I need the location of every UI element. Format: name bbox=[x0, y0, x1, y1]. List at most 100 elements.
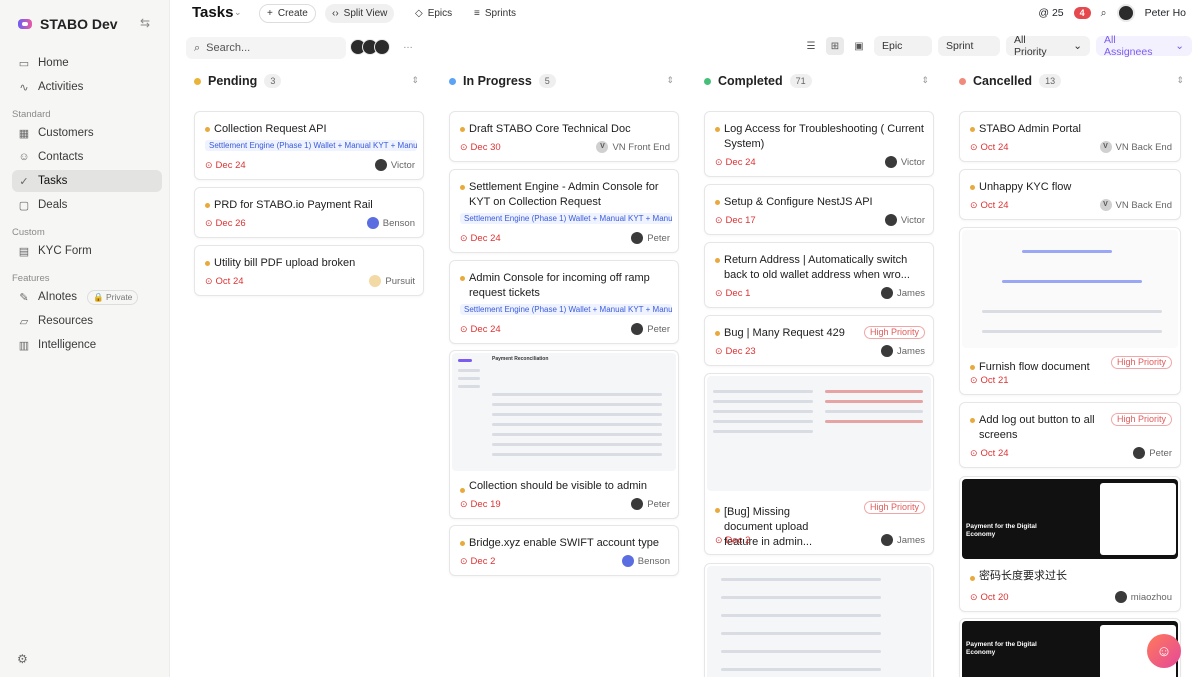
priority-filter[interactable]: All Priority ⌄ bbox=[1006, 34, 1090, 58]
task-card[interactable]: Bridge.xyz enable SWIFT account type ⊙ De… bbox=[449, 525, 679, 576]
search-input[interactable]: ⌕ Search... bbox=[186, 37, 346, 59]
column-header: Cancelled 13 bbox=[955, 70, 1190, 92]
task-card[interactable]: Utility bill PDF upload broken ⊙ Oct 24 Pu… bbox=[194, 245, 424, 296]
board-view-icon[interactable]: ⊞ bbox=[826, 37, 844, 55]
task-card[interactable]: Furnish flow document High Priority ⊙ Oct… bbox=[959, 227, 1181, 395]
clock-icon: ⊙ bbox=[715, 214, 723, 225]
epic-tag: Settlement Engine (Phase 1) Wallet + Man… bbox=[205, 140, 417, 151]
due-date: ⊙ Oct 24 bbox=[205, 276, 244, 287]
task-card[interactable]: Settlement Engine - Admin Console for KY… bbox=[449, 169, 679, 253]
sprint-filter[interactable]: Sprint bbox=[938, 36, 1000, 56]
column-title: Pending bbox=[208, 74, 258, 88]
search-icon: ⌕ bbox=[194, 41, 201, 54]
task-card[interactable]: PRD for STABO.io Payment Rail ⊙ Dec 26 Ben… bbox=[194, 187, 424, 238]
sprints-button[interactable]: ≡ Sprints bbox=[467, 4, 523, 23]
sidebar-item-tasks[interactable]: ✓ Tasks bbox=[12, 170, 162, 192]
task-card[interactable]: Payment for the Digital Economy 密码长度要求过长… bbox=[959, 476, 1181, 612]
sort-icon[interactable]: ⇕ bbox=[666, 75, 674, 86]
column-title: In Progress bbox=[463, 74, 532, 88]
task-meta: ⊙ Dec 17 Victor bbox=[715, 213, 925, 227]
sidebar-item-contacts[interactable]: ☺ Contacts bbox=[12, 146, 162, 168]
task-title: 密码长度要求过长 bbox=[960, 561, 1180, 584]
gallery-view-icon[interactable]: ▣ bbox=[850, 37, 868, 55]
preview-heading: Payment for the Digital Economy bbox=[966, 641, 1037, 656]
epic-filter[interactable]: Epic bbox=[874, 36, 932, 56]
task-card[interactable]: Admin Console for incoming off ramp requ… bbox=[449, 260, 679, 344]
split-view-button[interactable]: ‹› Split View bbox=[325, 4, 395, 23]
sort-icon[interactable]: ⇕ bbox=[1176, 75, 1184, 86]
task-card[interactable]: Payment Reconciliation Collection should… bbox=[449, 350, 679, 519]
mentions-count[interactable]: @ 25 bbox=[1038, 7, 1063, 19]
task-card[interactable]: Log Access for Troubleshooting ( Current… bbox=[704, 111, 934, 177]
epics-button[interactable]: ◇ Epics bbox=[408, 4, 459, 23]
task-card[interactable]: Return Address | Automatically switch ba… bbox=[704, 242, 934, 308]
workspace-switcher[interactable]: STABO Dev bbox=[18, 14, 118, 34]
assignee: Benson bbox=[621, 555, 670, 567]
epics-label: Epics bbox=[427, 8, 453, 19]
avatar bbox=[884, 156, 897, 168]
tag-icon: ◇ bbox=[415, 8, 423, 19]
status-dot bbox=[194, 77, 201, 85]
assignee-avatars[interactable] bbox=[350, 39, 390, 55]
task-card[interactable]: Unhappy KYC flow ⊙ Oct 24 V VN Back End bbox=[959, 169, 1181, 220]
task-card[interactable]: Collection Request API Settlement Engine… bbox=[194, 111, 424, 180]
sidebar-item-activities[interactable]: ∿ Activities bbox=[12, 76, 162, 98]
list-view-icon[interactable]: ☰ bbox=[802, 37, 820, 55]
clock-icon: ⊙ bbox=[970, 199, 978, 210]
sort-icon[interactable]: ⇕ bbox=[921, 75, 929, 86]
avatar bbox=[631, 323, 644, 335]
avatar bbox=[631, 498, 644, 510]
column-count: 3 bbox=[264, 74, 282, 88]
task-card[interactable]: Setup & Configure NestJS API ⊙ Dec 17 Vict… bbox=[704, 184, 934, 235]
task-meta: ⊙ Dec 26 Benson bbox=[205, 216, 415, 230]
sidebar-item-intelligence[interactable]: ▥ Intelligence bbox=[12, 334, 162, 356]
sidebar-item-resources[interactable]: ▱ Resources bbox=[12, 310, 162, 332]
task-card[interactable]: [Bug] Missing document upload feature in… bbox=[704, 373, 934, 555]
due-date-value: Dec 2 bbox=[725, 534, 751, 546]
search-placeholder: Search... bbox=[206, 42, 251, 54]
clock-icon: ⊙ bbox=[460, 498, 468, 509]
attachment-preview bbox=[962, 230, 1178, 348]
avatar[interactable] bbox=[374, 39, 390, 55]
task-title: PRD for STABO.io Payment Rail bbox=[195, 188, 423, 213]
assignee-filter[interactable]: All Assignees ⌄ bbox=[1096, 34, 1192, 58]
sort-icon[interactable]: ⇕ bbox=[411, 75, 419, 86]
attachment-preview: Payment Reconciliation bbox=[452, 353, 676, 471]
avatar[interactable] bbox=[1116, 4, 1135, 22]
assignee: James bbox=[881, 345, 925, 357]
search-icon[interactable]: ⌕ bbox=[1101, 7, 1107, 20]
sidebar-item-customers[interactable]: ▦ Customers bbox=[12, 122, 162, 144]
assistant-button[interactable]: ☺ bbox=[1147, 634, 1181, 668]
task-meta: ⊙ Dec 24 Victor bbox=[715, 155, 925, 169]
sidebar-item-deals[interactable]: ▢ Deals bbox=[12, 194, 162, 216]
top-right-actions: @ 25 4 ⌕ Peter Ho bbox=[1038, 4, 1186, 22]
user-name[interactable]: Peter Ho bbox=[1145, 7, 1186, 19]
due-date: ⊙ Dec 2 bbox=[460, 556, 495, 567]
task-card[interactable] bbox=[704, 563, 934, 677]
sidebar-item-kyc-form[interactable]: ▤ KYC Form bbox=[12, 240, 162, 262]
clock-icon: ⊙ bbox=[715, 156, 723, 167]
avatar bbox=[621, 555, 634, 567]
task-card[interactable]: Bug | Many Request 429 High Priority ⊙ De… bbox=[704, 315, 934, 366]
more-icon[interactable]: … bbox=[403, 40, 413, 51]
notification-badge[interactable]: 4 bbox=[1073, 7, 1091, 19]
sidebar-toggle-icon[interactable]: ⇆ bbox=[140, 16, 150, 30]
gear-icon[interactable]: ⚙ bbox=[17, 652, 28, 666]
task-card[interactable]: Draft STABO Core Technical Doc ⊙ Dec 30 V V… bbox=[449, 111, 679, 162]
task-title: Admin Console for incoming off ramp requ… bbox=[450, 261, 678, 301]
sidebar-item-ainotes[interactable]: ✎ AInotes 🔒 Private bbox=[12, 286, 162, 308]
due-date-value: Oct 24 bbox=[215, 275, 244, 287]
task-card[interactable]: Add log out button to all screens High P… bbox=[959, 402, 1181, 468]
sidebar-item-home[interactable]: ▭ Home bbox=[12, 52, 162, 74]
assignee-name: VN Back End bbox=[1115, 199, 1173, 211]
chevron-down-icon[interactable]: ⌄ bbox=[234, 7, 242, 18]
due-date-value: Dec 17 bbox=[725, 214, 756, 226]
due-date-value: Dec 24 bbox=[725, 156, 756, 168]
assignee: Victor bbox=[884, 156, 925, 168]
sidebar-item-label: Home bbox=[38, 57, 69, 69]
sprint-filter-label: Sprint bbox=[946, 40, 974, 52]
private-tag: 🔒 Private bbox=[87, 289, 139, 305]
task-meta: ⊙ Dec 19 Peter bbox=[460, 497, 670, 511]
task-card[interactable]: STABO Admin Portal ⊙ Oct 24 V VN Back End bbox=[959, 111, 1181, 162]
create-button[interactable]: + Create bbox=[259, 4, 316, 23]
